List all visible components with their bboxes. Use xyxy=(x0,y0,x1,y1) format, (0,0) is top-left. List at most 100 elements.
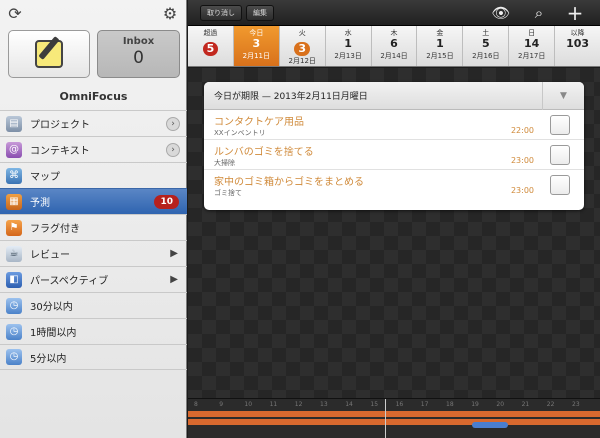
projects-icon: ▤ xyxy=(6,115,22,132)
clock-icon: ◷ xyxy=(6,297,22,314)
review-icon: ☕ xyxy=(6,245,22,262)
new-item-button[interactable] xyxy=(8,30,90,78)
calendar-date: 2月15日 xyxy=(426,52,454,60)
clock-icon: ◷ xyxy=(6,323,22,340)
map-icon: ⌘ xyxy=(6,167,22,184)
timeline-hour-label: 8 xyxy=(194,401,198,408)
timeline-event-bar xyxy=(188,419,600,425)
calendar-date: 2月12日 xyxy=(288,57,316,65)
eye-icon[interactable]: 👁 xyxy=(490,3,512,23)
task-row[interactable]: コンタクトケア用品 XXインベントリ 22:00 xyxy=(204,110,584,140)
calendar-date: 2月17日 xyxy=(517,52,546,60)
timeline-event-bar xyxy=(188,411,600,417)
sidebar-item-projects[interactable]: ▤ プロジェクト › xyxy=(0,110,187,136)
calendar-cell-thu[interactable]: 木 6 2月14日 xyxy=(372,26,418,66)
calendar-cell-sat[interactable]: 土 5 2月16日 xyxy=(463,26,510,66)
sidebar-item-label: パースペクティブ xyxy=(30,276,109,287)
chevron-right-icon[interactable]: › xyxy=(166,116,180,131)
sidebar-item-1hour[interactable]: ◷ 1時間以内 xyxy=(0,318,187,344)
calendar-cell-sun[interactable]: 日 14 2月17日 xyxy=(509,26,556,66)
calendar-cell-wed[interactable]: 水 1 2月13日 xyxy=(326,26,372,66)
calendar-day-label: 金 xyxy=(436,29,444,37)
calendar-count: 1 xyxy=(436,37,444,50)
timeline-hour-label: 11 xyxy=(269,401,278,408)
timeline-hour-label: 22 xyxy=(546,401,555,408)
calendar-count: 5 xyxy=(481,37,490,50)
calendar-date: 2月14日 xyxy=(380,52,408,60)
sidebar-item-review[interactable]: ☕ レビュー ▶ xyxy=(0,240,187,266)
chevron-right-icon[interactable]: ▶ xyxy=(170,274,178,285)
sidebar-item-flagged[interactable]: ⚑ フラグ付き xyxy=(0,214,187,240)
perspective-icon: ◧ xyxy=(6,271,22,288)
calendar-cell-future[interactable]: 以降 103 xyxy=(555,26,600,66)
sidebar: ⟳ ⚙ Inbox 0 OmniFocus ▤ プロジェクト › @ コンテキス… xyxy=(0,0,187,438)
calendar-day-label: 火 xyxy=(298,29,306,37)
sidebar-list: ▤ プロジェクト › @ コンテキスト › ⌘ マップ ▦ 予測 10 ⚑ フラ… xyxy=(0,110,187,370)
task-row[interactable]: 家中のゴミ箱からゴミをまとめる ゴミ捨て 23:00 xyxy=(204,170,584,200)
task-checkbox[interactable] xyxy=(550,145,570,165)
calendar-date xyxy=(555,51,600,61)
task-checkbox[interactable] xyxy=(550,115,570,135)
calendar-count: 3 xyxy=(294,42,311,56)
calendar-cell-tue[interactable]: 火 3 2月12日 xyxy=(280,26,326,66)
sidebar-item-5min[interactable]: ◷ 5分以内 xyxy=(0,344,187,370)
sidebar-item-contexts[interactable]: @ コンテキスト › xyxy=(0,136,187,162)
day-timeline[interactable]: 8 9 10 11 12 13 14 15 16 17 18 19 20 21 22 23 xyxy=(188,398,600,438)
calendar-date: 2月13日 xyxy=(334,52,362,60)
sidebar-item-perspectives[interactable]: ◧ パースペクティブ ▶ xyxy=(0,266,187,292)
calendar-count: 5 xyxy=(202,42,219,56)
due-today-card: 今日が期限 — 2013年2月11日月曜日 ▼ コンタクトケア用品 XXインベン… xyxy=(204,82,584,210)
calendar-count: 3 xyxy=(252,37,261,50)
timeline-hour-label: 9 xyxy=(219,401,224,408)
calendar-day-label: 今日 xyxy=(249,29,264,37)
calendar-count: 103 xyxy=(566,37,590,50)
timeline-hour-label: 12 xyxy=(294,401,303,408)
sidebar-item-label: フラグ付き xyxy=(30,224,80,235)
gear-icon[interactable]: ⚙ xyxy=(160,4,180,24)
task-due-time: 22:00 xyxy=(510,126,534,135)
inbox-count: 0 xyxy=(133,48,144,68)
sidebar-item-label: マップ xyxy=(30,172,60,183)
timeline-hours: 8 9 10 11 12 13 14 15 16 17 18 19 20 21 22 23 xyxy=(188,401,600,411)
app-name: OmniFocus xyxy=(59,90,128,103)
collapse-triangle-icon[interactable]: ▼ xyxy=(542,82,584,110)
task-row[interactable]: ルンバのゴミを捨てる 大掃除 23:00 xyxy=(204,140,584,170)
timeline-event-bar xyxy=(472,422,508,428)
calendar-count: 6 xyxy=(390,37,398,50)
task-due-time: 23:00 xyxy=(510,186,534,195)
chevron-right-icon[interactable]: › xyxy=(166,142,180,157)
calendar-day-label: 土 xyxy=(482,29,490,37)
task-checkbox[interactable] xyxy=(550,175,570,195)
task-title: 家中のゴミ箱からゴミをまとめる xyxy=(214,177,364,188)
timeline-hour-label: 15 xyxy=(370,401,379,408)
flag-icon: ⚑ xyxy=(6,219,22,236)
sidebar-item-label: 1時間以内 xyxy=(30,328,77,339)
calendar-date: 2月11日 xyxy=(242,52,271,60)
timeline-hour-label: 19 xyxy=(471,401,479,408)
sidebar-item-30min[interactable]: ◷ 30分以内 xyxy=(0,292,187,318)
calendar-cell-overdue[interactable]: 超過 5 xyxy=(188,26,234,66)
timeline-hour-label: 21 xyxy=(521,401,530,408)
edit-button[interactable]: 編集 xyxy=(246,5,274,21)
sidebar-item-forecast[interactable]: ▦ 予測 10 xyxy=(0,188,187,214)
forecast-count-badge: 10 xyxy=(154,194,179,209)
sidebar-item-label: プロジェクト xyxy=(30,120,90,131)
chevron-right-icon[interactable]: ▶ xyxy=(170,248,178,259)
top-toolbar: 取り消し 編集 👁 ⌕ + xyxy=(188,0,600,26)
forecast-icon: ▦ xyxy=(6,193,22,210)
task-title: ルンバのゴミを捨てる xyxy=(214,147,314,158)
timeline-hour-label: 10 xyxy=(244,401,253,408)
sidebar-item-map[interactable]: ⌘ マップ xyxy=(0,162,187,188)
inbox-button[interactable]: Inbox 0 xyxy=(97,30,180,78)
sidebar-item-label: レビュー xyxy=(30,250,70,261)
plus-icon[interactable]: + xyxy=(564,3,586,23)
search-icon[interactable]: ⌕ xyxy=(528,3,550,23)
calendar-cell-fri[interactable]: 金 1 2月15日 xyxy=(417,26,464,66)
calendar-count: 1 xyxy=(344,37,352,50)
sync-icon[interactable]: ⟳ xyxy=(5,4,25,24)
timeline-hour-label: 14 xyxy=(345,401,353,408)
calendar-cell-today[interactable]: 今日 3 2月11日 xyxy=(233,26,280,66)
card-header[interactable]: 今日が期限 — 2013年2月11日月曜日 ▼ xyxy=(204,82,584,110)
sidebar-item-label: 予測 xyxy=(30,198,50,209)
undo-button[interactable]: 取り消し xyxy=(200,5,242,21)
